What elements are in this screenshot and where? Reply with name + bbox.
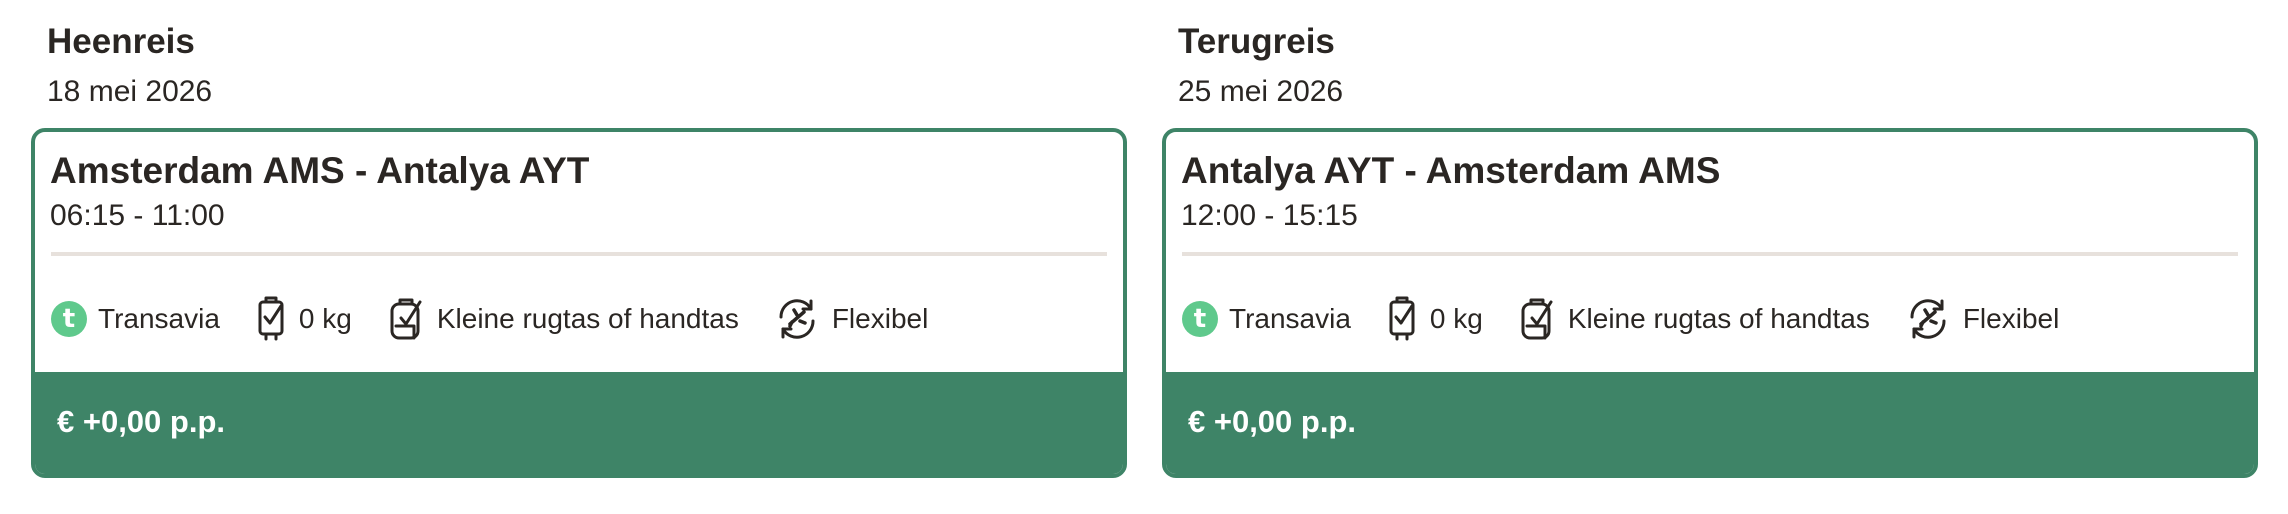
outbound-flight-card[interactable]: Amsterdam AMS - Antalya AYT 06:15 - 11:0… — [31, 128, 1127, 478]
flexibility-label: Flexibel — [1962, 303, 2060, 334]
transavia-logo-icon: t — [1182, 301, 1218, 337]
flight-card-body: Amsterdam AMS - Antalya AYT 06:15 - 11:0… — [35, 132, 1123, 376]
airline-name: Transavia — [98, 303, 220, 334]
feature-flexibility: Flexibel — [773, 295, 928, 343]
suitcase-check-icon — [1385, 296, 1419, 342]
feature-airline: t Transavia — [51, 301, 220, 337]
flexibility-label: Flexibel — [831, 303, 929, 334]
outbound-heading: Heenreis — [47, 22, 195, 61]
transavia-logo-icon: t — [51, 301, 87, 337]
checked-baggage-label: 0 kg — [1429, 303, 1483, 334]
flight-card-body: Antalya AYT - Amsterdam AMS 12:00 - 15:1… — [1166, 132, 2254, 376]
return-date: 25 mei 2026 — [1178, 75, 1344, 108]
cabin-baggage-label: Kleine rugtas of handtas — [436, 303, 739, 334]
flight-features: t Transavia 0 kg Kleine rugtas of handta… — [1182, 292, 2238, 346]
flight-times: 06:15 - 11:00 — [50, 199, 225, 232]
backpack-check-icon — [1517, 296, 1557, 342]
airline-name: Transavia — [1229, 303, 1351, 334]
feature-airline: t Transavia — [1182, 301, 1351, 337]
flexible-rebook-icon — [773, 295, 821, 343]
feature-checked-baggage: 0 kg — [254, 296, 352, 342]
flight-features: t Transavia 0 kg Kleine rugtas of handta… — [51, 292, 1107, 346]
outbound-date: 18 mei 2026 — [47, 75, 213, 108]
flight-route: Amsterdam AMS - Antalya AYT — [50, 150, 590, 191]
price-label: € +0,00 p.p. — [57, 404, 226, 439]
suitcase-check-icon — [254, 296, 288, 342]
flight-times: 12:00 - 15:15 — [1181, 199, 1358, 232]
backpack-check-icon — [386, 296, 426, 342]
checked-baggage-label: 0 kg — [298, 303, 352, 334]
price-bar[interactable]: € +0,00 p.p. — [35, 372, 1123, 474]
divider — [51, 252, 1107, 256]
feature-checked-baggage: 0 kg — [1385, 296, 1483, 342]
feature-flexibility: Flexibel — [1904, 295, 2059, 343]
return-heading: Terugreis — [1178, 22, 1335, 61]
cabin-baggage-label: Kleine rugtas of handtas — [1567, 303, 1870, 334]
flexible-rebook-icon — [1904, 295, 1952, 343]
feature-cabin-baggage: Kleine rugtas of handtas — [1517, 296, 1870, 342]
flight-route: Antalya AYT - Amsterdam AMS — [1181, 150, 1721, 191]
return-flight-card[interactable]: Antalya AYT - Amsterdam AMS 12:00 - 15:1… — [1162, 128, 2258, 478]
feature-cabin-baggage: Kleine rugtas of handtas — [386, 296, 739, 342]
divider — [1182, 252, 2238, 256]
price-bar[interactable]: € +0,00 p.p. — [1166, 372, 2254, 474]
price-label: € +0,00 p.p. — [1188, 404, 1357, 439]
